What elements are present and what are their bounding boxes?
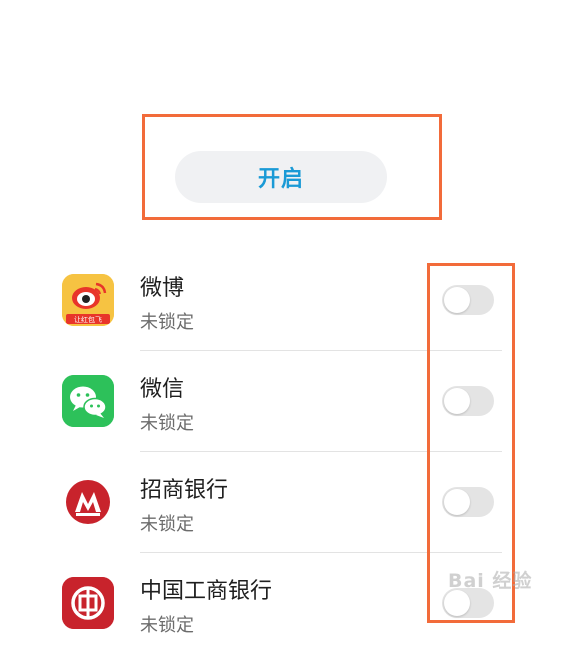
watermark: Bai 经验 [448,570,533,592]
app-row-weibo[interactable]: 让红包飞 微博 未锁定 [0,250,575,351]
app-name: 微信 [140,377,185,402]
icbc-icon [62,577,114,629]
toggle-knob [444,388,470,414]
app-row-wechat[interactable]: 微信 未锁定 [0,351,575,452]
toggle-knob [444,287,470,313]
app-name: 招商银行 [140,478,229,503]
enable-button[interactable]: 开启 [175,151,387,203]
cmb-icon [62,476,114,528]
weibo-icon: 让红包飞 [62,274,114,326]
app-lock-status: 未锁定 [140,514,194,535]
app-row-cmb[interactable]: 招商银行 未锁定 [0,452,575,553]
lock-toggle-cmb[interactable] [442,487,494,517]
lock-toggle-weibo[interactable] [442,285,494,315]
weibo-icon-badge-text: 让红包飞 [74,315,102,324]
app-lock-status: 未锁定 [140,312,194,333]
app-name: 中国工商银行 [140,579,273,604]
toggle-knob [444,590,470,616]
app-lock-status: 未锁定 [140,615,194,636]
enable-button-label: 开启 [257,167,304,192]
wechat-icon [62,375,114,427]
app-lock-status: 未锁定 [140,413,194,434]
toggle-knob [444,489,470,515]
app-name: 微博 [140,276,185,301]
app-list: 让红包飞 微博 未锁定 微信 未锁定 招商银行 未锁定 中国工商银行 未锁定 [0,250,575,654]
lock-toggle-wechat[interactable] [442,386,494,416]
